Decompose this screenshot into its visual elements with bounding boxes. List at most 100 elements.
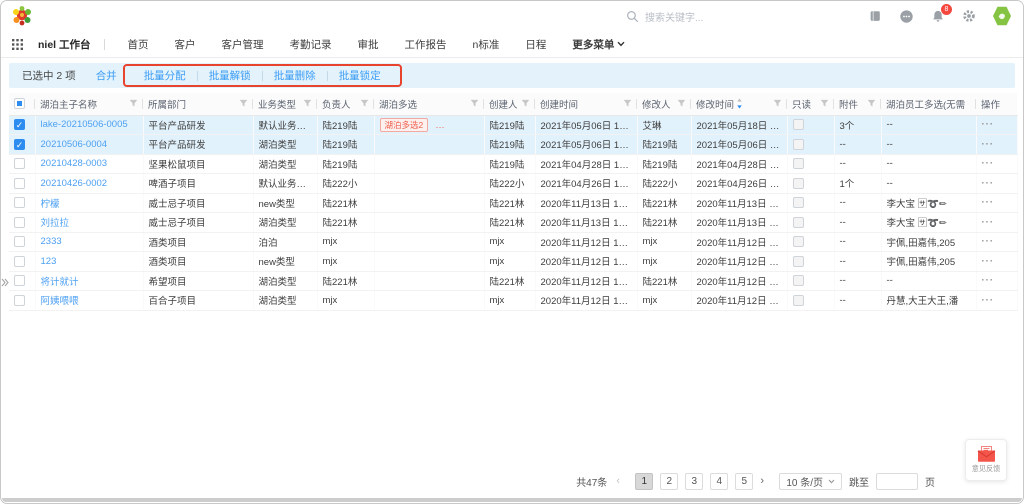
- notebook-icon[interactable]: [868, 9, 882, 23]
- row-checkbox[interactable]: ✓: [14, 139, 25, 150]
- message-icon[interactable]: [899, 9, 914, 24]
- batch-action-4-button[interactable]: 批量锁定: [328, 68, 392, 83]
- sort-icon[interactable]: [736, 98, 743, 109]
- nav-item-4[interactable]: 考勤记录: [290, 37, 332, 52]
- col-header-9[interactable]: 修改时间: [691, 93, 787, 115]
- row-actions-button[interactable]: ···: [982, 295, 995, 306]
- page-button-5[interactable]: 5: [735, 473, 753, 490]
- table-row[interactable]: 阿姨喂喂百合子项目湖泊类型mjxmjx2020年11月12日 14:38mjx2…: [9, 291, 1017, 311]
- table-row[interactable]: 20210428-0003坚果松鼠项目湖泊类型陆219陆陆219陆2021年04…: [9, 154, 1017, 174]
- col-header-1[interactable]: 湖泊主子名称: [35, 93, 143, 115]
- page-button-4[interactable]: 4: [710, 473, 728, 490]
- page-size-select[interactable]: 10 条/页: [779, 473, 842, 490]
- col-header-5[interactable]: 湖泊多选: [374, 93, 484, 115]
- filter-funnel-icon[interactable]: [820, 99, 829, 108]
- notification-bell-icon[interactable]: 8: [931, 9, 945, 24]
- record-name-link[interactable]: 20210428-0003: [41, 158, 108, 169]
- table-row[interactable]: 将计就计希望项目湖泊类型陆221林陆221林2020年11月12日 15:15陆…: [9, 271, 1017, 291]
- table-row[interactable]: 123酒类项目new类型mjxmjx2020年11月12日 15:25mjx20…: [9, 252, 1017, 272]
- nav-item-2[interactable]: 客户: [175, 37, 196, 52]
- merge-button[interactable]: 合并: [96, 68, 117, 83]
- row-actions-button[interactable]: ···: [982, 236, 995, 247]
- col-header-10[interactable]: 只读: [787, 93, 834, 115]
- row-actions-button[interactable]: ···: [982, 256, 995, 267]
- filter-funnel-icon[interactable]: [677, 99, 686, 108]
- row-actions-button[interactable]: ···: [982, 197, 995, 208]
- filter-funnel-icon[interactable]: [470, 99, 479, 108]
- row-checkbox[interactable]: [14, 295, 25, 306]
- col-header-7[interactable]: 创建时间: [535, 93, 637, 115]
- row-checkbox[interactable]: [14, 217, 25, 228]
- record-name-link[interactable]: 柠檬: [41, 199, 60, 210]
- filter-funnel-icon[interactable]: [773, 99, 782, 108]
- filter-funnel-icon[interactable]: [867, 99, 876, 108]
- filter-funnel-icon[interactable]: [623, 99, 632, 108]
- user-avatar[interactable]: [993, 6, 1011, 26]
- row-actions-button[interactable]: ···: [982, 275, 995, 286]
- col-header-3[interactable]: 业务类型: [253, 93, 317, 115]
- col-header-13[interactable]: 操作: [976, 93, 1017, 115]
- record-name-link[interactable]: 123: [41, 256, 57, 267]
- filter-funnel-icon[interactable]: [239, 99, 248, 108]
- col-header-4[interactable]: 负责人: [317, 93, 374, 115]
- record-name-link[interactable]: 20210506-0004: [41, 139, 108, 150]
- table-row[interactable]: 20210426-0002啤酒子项目默认业务类型陆222小陆222小2021年0…: [9, 174, 1017, 194]
- nav-item-6[interactable]: 工作报告: [405, 37, 447, 52]
- table-row[interactable]: 2333酒类项目泊泊mjxmjx2020年11月12日 15:25mjx2020…: [9, 232, 1017, 252]
- row-checkbox[interactable]: [14, 256, 25, 267]
- nav-item-7[interactable]: n标准: [473, 37, 500, 52]
- row-checkbox[interactable]: [14, 197, 25, 208]
- select-all-checkbox[interactable]: [14, 98, 25, 109]
- row-actions-button[interactable]: ···: [982, 178, 995, 189]
- page-button-1[interactable]: 1: [635, 473, 653, 490]
- table-row[interactable]: 柠檬威士忌子项目new类型陆221林陆221林2020年11月13日 10:31…: [9, 193, 1017, 213]
- row-actions-button[interactable]: ···: [982, 139, 995, 150]
- row-checkbox[interactable]: [14, 158, 25, 169]
- record-name-link[interactable]: 将计就计: [41, 277, 79, 288]
- nav-item-8[interactable]: 日程: [525, 37, 546, 52]
- app-logo-icon[interactable]: [11, 5, 33, 27]
- row-actions-button[interactable]: ···: [982, 119, 995, 130]
- row-actions-button[interactable]: ···: [982, 217, 995, 228]
- record-name-link[interactable]: 2333: [41, 236, 62, 247]
- record-name-link[interactable]: 刘拉拉: [41, 218, 70, 229]
- nav-item-3[interactable]: 客户管理: [222, 37, 264, 52]
- col-header-11[interactable]: 附件: [834, 93, 881, 115]
- more-menu[interactable]: 更多菜单: [572, 37, 625, 52]
- row-checkbox[interactable]: [14, 178, 25, 189]
- feedback-button[interactable]: 意见反馈: [965, 439, 1007, 481]
- sidebar-expand-icon[interactable]: [1, 278, 9, 287]
- global-search[interactable]: 搜索关键字...: [626, 1, 703, 31]
- row-actions-button[interactable]: ···: [982, 158, 995, 169]
- batch-action-3-button[interactable]: 批量删除: [263, 68, 327, 83]
- col-header-6[interactable]: 创建人: [484, 93, 535, 115]
- batch-action-2-button[interactable]: 批量解锁: [198, 68, 262, 83]
- filter-funnel-icon[interactable]: [360, 99, 369, 108]
- settings-gear-icon[interactable]: [962, 9, 976, 23]
- record-name-link[interactable]: lake-20210506-0005: [41, 119, 128, 130]
- filter-funnel-icon[interactable]: [303, 99, 312, 108]
- nav-item-1[interactable]: 首页: [128, 37, 149, 52]
- row-checkbox[interactable]: [14, 275, 25, 286]
- page-button-2[interactable]: 2: [660, 473, 678, 490]
- nav-item-5[interactable]: 审批: [358, 37, 379, 52]
- workspace-name[interactable]: niel 工作台: [38, 37, 91, 52]
- next-page-button[interactable]: ›: [760, 475, 772, 487]
- col-header-8[interactable]: 修改人: [637, 93, 691, 115]
- col-header-12[interactable]: 湖泊员工多选(无需: [881, 93, 976, 115]
- col-header-2[interactable]: 所属部门: [143, 93, 253, 115]
- prev-page-button[interactable]: ‹: [616, 475, 628, 487]
- apps-grid-icon[interactable]: [12, 39, 23, 50]
- table-row[interactable]: 刘拉拉威士忌子项目湖泊类型陆221林陆221林2020年11月13日 10:30…: [9, 213, 1017, 233]
- table-row[interactable]: ✓lake-20210506-0005平台产品研发默认业务类型陆219陆湖泊多选…: [9, 115, 1017, 135]
- row-checkbox[interactable]: ✓: [14, 119, 25, 130]
- page-button-3[interactable]: 3: [685, 473, 703, 490]
- filter-funnel-icon[interactable]: [521, 99, 530, 108]
- row-checkbox[interactable]: [14, 236, 25, 247]
- record-name-link[interactable]: 20210426-0002: [41, 178, 108, 189]
- batch-action-1-button[interactable]: 批量分配: [133, 68, 197, 83]
- filter-funnel-icon[interactable]: [129, 99, 138, 108]
- jump-page-input[interactable]: [876, 473, 918, 490]
- table-row[interactable]: ✓20210506-0004平台产品研发湖泊类型陆219陆陆219陆2021年0…: [9, 135, 1017, 155]
- record-name-link[interactable]: 阿姨喂喂: [41, 296, 79, 307]
